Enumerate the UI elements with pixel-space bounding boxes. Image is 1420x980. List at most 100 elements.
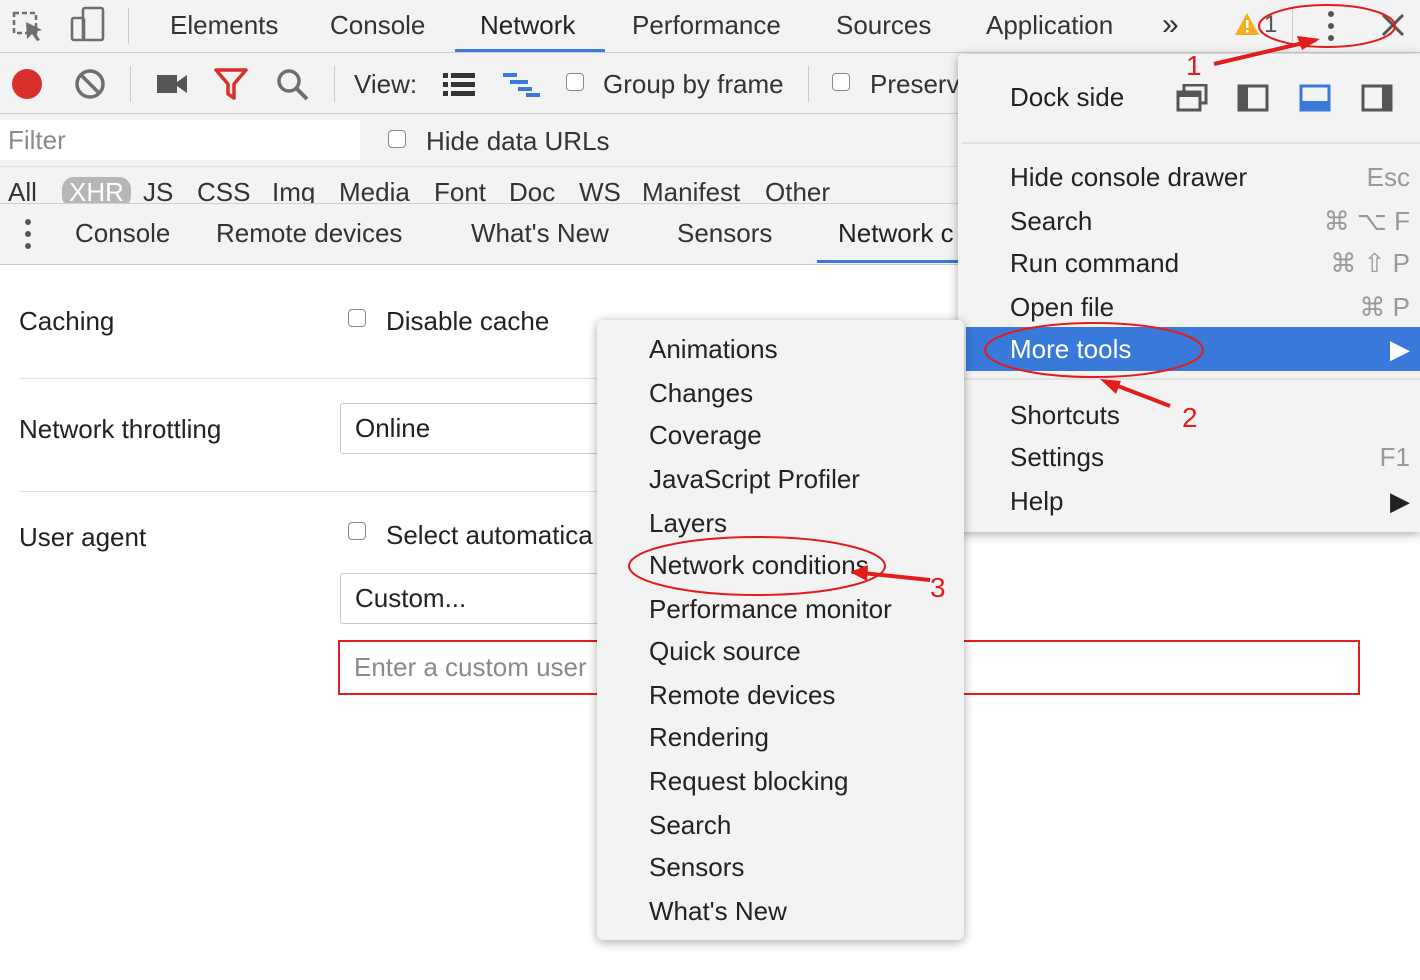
submenu-item-javascript-profiler[interactable]: JavaScript Profiler xyxy=(649,458,860,500)
view-label: View: xyxy=(354,69,418,99)
network-throttling-label: Network throttling xyxy=(19,414,222,444)
type-filter-js[interactable]: JS xyxy=(143,177,173,203)
waterfall-overview-icon[interactable] xyxy=(502,72,542,98)
submenu-item-sensors[interactable]: Sensors xyxy=(649,846,744,888)
type-filter-other[interactable]: Other xyxy=(765,177,830,203)
undock-icon[interactable] xyxy=(1176,84,1208,112)
inspect-element-icon[interactable] xyxy=(12,10,46,42)
type-filter-ws[interactable]: WS xyxy=(579,177,621,203)
active-tab-indicator xyxy=(455,49,605,52)
submenu-item-whats-new[interactable]: What's New xyxy=(649,890,787,932)
group-by-frame-checkbox[interactable] xyxy=(566,73,584,91)
disable-cache-label: Disable cache xyxy=(386,306,550,336)
menu-item-label: Hide console drawer xyxy=(1010,162,1248,192)
toolbar-divider xyxy=(334,66,335,102)
submenu-item-coverage[interactable]: Coverage xyxy=(649,414,762,456)
menu-item-settings[interactable]: Settings F1 xyxy=(958,435,1420,479)
submenu-item-layers[interactable]: Layers xyxy=(649,502,727,544)
select-automatically-checkbox[interactable] xyxy=(348,522,366,540)
drawer-tab-network-conditions[interactable]: Network c xyxy=(838,203,954,263)
tab-sources[interactable]: Sources xyxy=(836,0,931,52)
dock-bottom-icon[interactable] xyxy=(1299,84,1331,112)
drawer-tab-remote-devices[interactable]: Remote devices xyxy=(216,203,402,263)
preserve-log-checkbox[interactable] xyxy=(832,73,850,91)
filter-input[interactable] xyxy=(0,120,360,160)
large-rows-icon[interactable] xyxy=(442,72,476,96)
dock-side-label: Dock side xyxy=(1010,82,1125,112)
submenu-arrow-icon: ▶ xyxy=(1390,334,1410,364)
user-agent-label: User agent xyxy=(19,522,147,552)
record-icon[interactable] xyxy=(10,67,44,101)
menu-item-help[interactable]: Help ▶ xyxy=(958,479,1420,523)
menu-separator xyxy=(962,378,1420,380)
menu-separator xyxy=(962,142,1420,144)
select-automatically-label: Select automatica xyxy=(386,520,593,550)
kebab-menu-icon[interactable] xyxy=(1324,10,1338,42)
menu-item-hide-console-drawer[interactable]: Hide console drawer Esc xyxy=(958,155,1420,199)
close-icon[interactable] xyxy=(1380,12,1406,38)
type-filter-media[interactable]: Media xyxy=(339,177,410,203)
clear-icon[interactable] xyxy=(74,68,106,100)
menu-item-more-tools[interactable]: More tools ▶ xyxy=(966,327,1420,371)
type-filter-img[interactable]: Img xyxy=(272,177,315,203)
submenu-item-request-blocking[interactable]: Request blocking xyxy=(649,760,848,802)
annotation-number-1: 1 xyxy=(1186,50,1202,81)
filter-funnel-icon[interactable] xyxy=(214,68,248,100)
tab-performance[interactable]: Performance xyxy=(632,0,781,52)
menu-item-shortcut: ⌘ P xyxy=(1359,292,1410,322)
menu-item-open-file[interactable]: Open file ⌘ P xyxy=(958,285,1420,329)
disable-cache-checkbox[interactable] xyxy=(348,309,366,327)
submenu-item-performance-monitor[interactable]: Performance monitor xyxy=(649,588,892,630)
warning-count: 1 xyxy=(1264,11,1278,38)
annotation-number-3: 3 xyxy=(930,572,946,603)
submenu-item-remote-devices[interactable]: Remote devices xyxy=(649,674,835,716)
drawer-tab-console[interactable]: Console xyxy=(75,203,170,263)
drawer-tab-whats-new[interactable]: What's New xyxy=(471,203,609,263)
menu-item-label: Search xyxy=(1010,206,1093,236)
tab-elements[interactable]: Elements xyxy=(170,0,278,52)
warning-icon[interactable] xyxy=(1234,12,1260,36)
submenu-arrow-icon: ▶ xyxy=(1390,486,1410,516)
type-filter-font[interactable]: Font xyxy=(434,177,486,203)
hide-data-urls-checkbox[interactable] xyxy=(388,130,406,148)
submenu-item-network-conditions[interactable]: Network conditions xyxy=(649,544,869,586)
menu-item-search[interactable]: Search ⌘ ⌥ F xyxy=(958,199,1420,243)
submenu-item-rendering[interactable]: Rendering xyxy=(649,716,769,758)
hide-data-urls-label: Hide data URLs xyxy=(426,126,610,156)
tab-console[interactable]: Console xyxy=(330,0,425,52)
submenu-item-changes[interactable]: Changes xyxy=(649,372,753,414)
submenu-item-search[interactable]: Search xyxy=(649,804,731,846)
drawer-menu-icon[interactable] xyxy=(22,218,34,250)
menu-item-run-command[interactable]: Run command ⌘ ⇧ P xyxy=(958,241,1420,285)
menu-item-shortcut: ⌘ ⌥ F xyxy=(1323,206,1410,236)
menu-item-label: More tools xyxy=(1010,334,1132,364)
type-filter-doc[interactable]: Doc xyxy=(509,177,555,203)
drawer-tab-sensors[interactable]: Sensors xyxy=(677,203,772,263)
toolbar-divider xyxy=(130,66,131,102)
more-tabs-button[interactable]: » xyxy=(1162,0,1179,52)
submenu-item-quick-source[interactable]: Quick source xyxy=(649,630,801,672)
dock-left-icon[interactable] xyxy=(1237,84,1269,112)
annotation-number-2: 2 xyxy=(1182,402,1198,433)
type-filter-manifest[interactable]: Manifest xyxy=(642,177,740,203)
tab-network[interactable]: Network xyxy=(480,0,575,52)
search-icon[interactable] xyxy=(276,68,310,102)
caching-label: Caching xyxy=(19,306,115,336)
toolbar-divider xyxy=(1292,8,1293,44)
dock-right-icon[interactable] xyxy=(1361,84,1393,112)
submenu-item-animations[interactable]: Animations xyxy=(649,328,778,370)
type-filter-xhr[interactable]: XHR xyxy=(62,177,131,203)
toolbar-divider xyxy=(128,8,129,44)
preserve-log-label: Preserv xyxy=(870,69,960,99)
menu-item-label: Open file xyxy=(1010,292,1115,322)
screenshot-camera-icon[interactable] xyxy=(156,72,188,96)
menu-item-label: Run command xyxy=(1010,248,1180,278)
type-filter-all[interactable]: All xyxy=(8,177,37,203)
tab-application[interactable]: Application xyxy=(986,0,1113,52)
type-filter-css[interactable]: CSS xyxy=(197,177,250,203)
menu-item-shortcut: ⌘ ⇧ P xyxy=(1330,248,1410,278)
menu-item-label: Shortcuts xyxy=(1010,400,1120,430)
toolbar-divider xyxy=(808,66,809,102)
customize-devtools-menu: Dock side Hide console drawer Esc Search… xyxy=(958,54,1420,532)
device-toolbar-icon[interactable] xyxy=(70,6,106,42)
